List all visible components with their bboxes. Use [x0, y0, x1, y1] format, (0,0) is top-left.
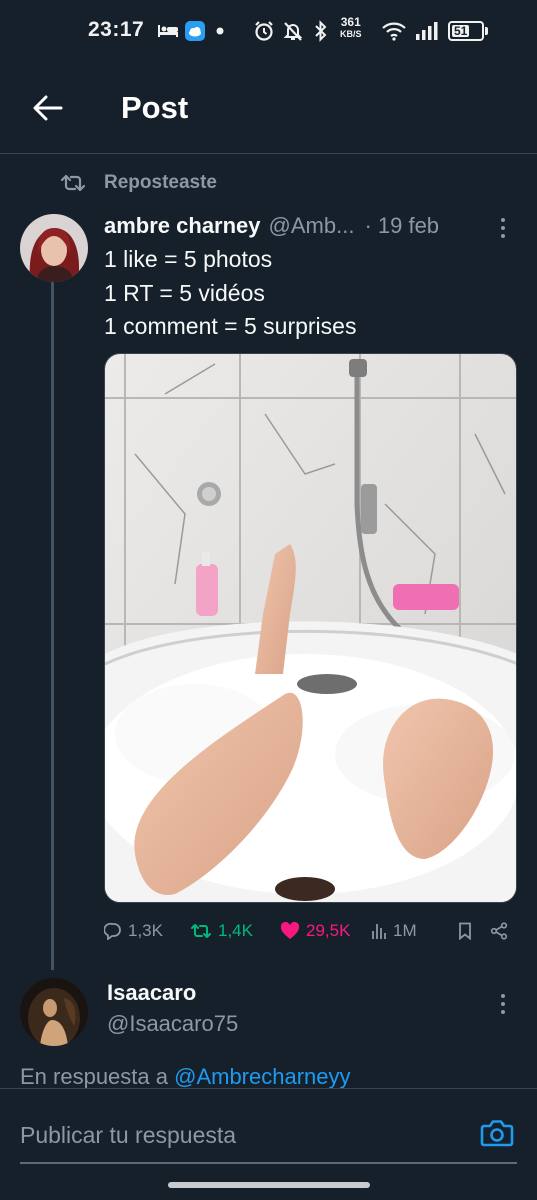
bookmark-button[interactable] — [458, 918, 472, 944]
reply-author-name[interactable]: Isaacaro — [107, 980, 196, 1006]
weather-icon — [183, 20, 207, 42]
more-dot-icon — [501, 994, 505, 998]
reply-context-prefix: En respuesta a — [20, 1064, 168, 1089]
like-count: 29,5K — [306, 921, 351, 940]
camera-icon — [480, 1120, 514, 1147]
more-dot-icon — [501, 234, 505, 238]
repost-label: Reposteaste — [104, 172, 217, 193]
more-dot-icon — [501, 1002, 505, 1006]
bookmark-icon — [459, 922, 471, 940]
tweet-author-row: ambre charney @Amb... · 19 feb — [104, 213, 484, 239]
reply-author-handle[interactable]: @Isaacaro75 — [107, 1011, 238, 1037]
sleep-icon — [156, 20, 180, 42]
author-handle[interactable]: @Amb... — [269, 213, 355, 239]
header-divider — [0, 153, 537, 154]
tweet-date[interactable]: · 19 feb — [364, 213, 439, 239]
reply-mention-link[interactable]: @Ambrecharneyy — [174, 1064, 350, 1089]
reply-count: 1,3K — [128, 921, 163, 940]
tweet-text-line: 1 like = 5 photos — [104, 246, 273, 272]
reply-author-avatar[interactable] — [20, 978, 88, 1046]
more-dot-icon — [501, 1010, 505, 1014]
reply-action-button[interactable]: 1,3K — [104, 918, 163, 944]
author-name[interactable]: ambre charney — [104, 213, 261, 239]
share-icon — [490, 922, 508, 940]
composer-underline — [20, 1162, 517, 1164]
more-dot-icon — [501, 226, 505, 230]
more-dot-icon — [501, 218, 505, 222]
heart-icon — [280, 922, 300, 939]
views-chart-icon — [372, 924, 386, 939]
status-bar: 23:17 361 KB/S 51 — [0, 0, 537, 64]
status-time: 23:17 — [88, 18, 145, 41]
mute-icon — [281, 20, 305, 42]
share-button[interactable] — [490, 918, 508, 944]
reply-bubble-icon — [104, 922, 121, 940]
repost-icon — [191, 924, 211, 938]
battery-icon: 51 — [448, 21, 484, 41]
arrow-left-icon — [33, 95, 63, 121]
tweet-text-line: 1 RT = 5 vidéos — [104, 280, 265, 306]
back-button[interactable] — [26, 86, 70, 130]
views-count: 1M — [393, 921, 417, 940]
home-indicator[interactable] — [168, 1182, 370, 1188]
alarm-icon — [252, 20, 276, 42]
like-action-button[interactable]: 29,5K — [280, 918, 350, 944]
net-speed: 361 KB/S — [340, 16, 362, 40]
page-title: Post — [121, 90, 189, 125]
repost-icon — [60, 172, 86, 194]
reply-input[interactable] — [20, 1118, 460, 1152]
net-speed-value: 361 — [340, 15, 361, 29]
signal-icon — [414, 20, 440, 42]
repost-action-button[interactable]: 1,4K — [190, 918, 253, 944]
camera-button[interactable] — [478, 1114, 516, 1152]
thread-line — [51, 282, 54, 970]
tweet-media-photo[interactable] — [104, 353, 517, 903]
tweet-more-button[interactable] — [488, 213, 518, 243]
repost-count: 1,4K — [218, 921, 253, 940]
author-avatar[interactable] — [20, 214, 88, 282]
reply-context: En respuesta a @Ambrecharneyy — [20, 1064, 351, 1090]
views-action-button[interactable]: 1M — [371, 918, 417, 944]
reply-more-button[interactable] — [488, 989, 518, 1019]
tweet-text-line: 1 comment = 5 surprises — [104, 313, 357, 339]
dot-icon — [214, 20, 226, 42]
wifi-icon — [380, 20, 408, 42]
net-speed-unit: KB/S — [340, 29, 362, 39]
battery-tip — [485, 27, 488, 35]
battery-level: 51 — [452, 24, 470, 38]
bluetooth-icon — [310, 20, 332, 42]
